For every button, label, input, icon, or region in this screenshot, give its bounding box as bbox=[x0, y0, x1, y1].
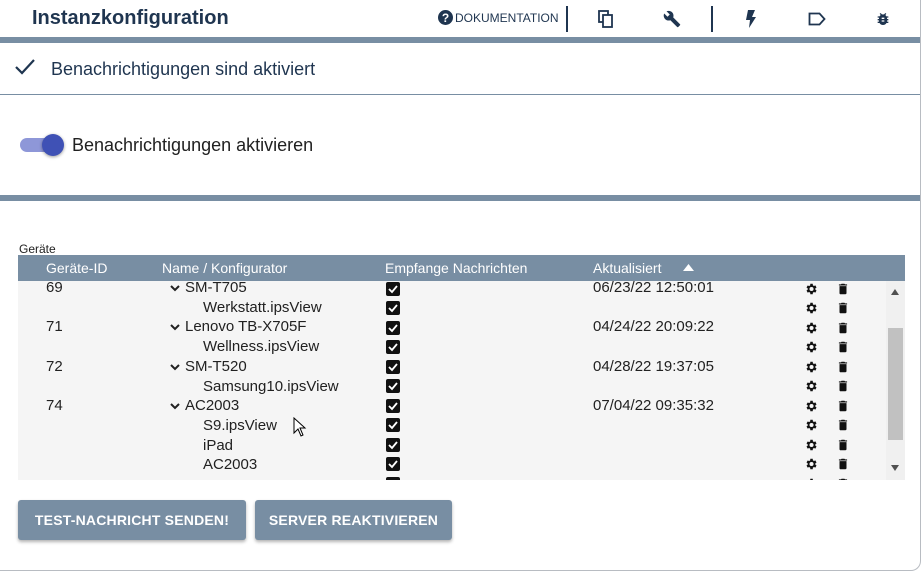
device-name: Lenovo TB-X705F bbox=[185, 318, 307, 335]
delete-trash-icon[interactable] bbox=[836, 321, 850, 335]
receive-messages-checkbox[interactable] bbox=[386, 399, 400, 413]
delete-trash-icon[interactable] bbox=[836, 399, 850, 413]
section-divider-bar bbox=[0, 195, 920, 201]
delete-trash-icon[interactable] bbox=[836, 340, 850, 354]
settings-gear-icon[interactable] bbox=[804, 340, 818, 354]
notification-status-text: Benachrichtigungen sind aktiviert bbox=[51, 59, 316, 79]
configurator-name: Werkstatt.ipsView bbox=[203, 299, 322, 316]
toggle-knob bbox=[42, 134, 64, 156]
table-scrollbar[interactable] bbox=[886, 281, 905, 480]
check-icon bbox=[15, 59, 35, 75]
settings-gear-icon[interactable] bbox=[804, 321, 818, 335]
devices-table-header: Geräte-ID Name / Konfigurator Empfange N… bbox=[18, 255, 905, 281]
devices-table-body: 69 SM-T705 Werkstatt.ipsView 06/23/22 12… bbox=[18, 281, 905, 480]
header-divider bbox=[711, 6, 713, 32]
settings-gear-icon[interactable] bbox=[804, 418, 818, 432]
receive-messages-checkbox[interactable] bbox=[386, 340, 400, 354]
send-test-message-button[interactable]: TEST-NACHRICHT SENDEN! bbox=[18, 500, 246, 540]
devices-caption: Geräte bbox=[19, 242, 56, 256]
updated-timestamp: 04/28/22 19:37:05 bbox=[593, 358, 714, 375]
receive-messages-checkbox[interactable] bbox=[386, 301, 400, 315]
delete-trash-icon[interactable] bbox=[836, 379, 850, 393]
receive-messages-checkbox[interactable] bbox=[386, 321, 400, 335]
documentation-button[interactable]: ? DOKUMENTATION bbox=[438, 10, 559, 25]
delete-trash-icon[interactable] bbox=[836, 457, 850, 471]
updated-timestamp: 07/04/22 09:35:32 bbox=[593, 397, 714, 414]
page-title: Instanzkonfiguration bbox=[32, 7, 229, 29]
settings-gear-icon[interactable] bbox=[804, 457, 818, 471]
scroll-up-icon[interactable] bbox=[891, 289, 899, 295]
settings-gear-icon[interactable] bbox=[804, 379, 818, 393]
configurator-name: AC2003 bbox=[203, 456, 258, 473]
receive-messages-checkbox[interactable] bbox=[386, 360, 400, 374]
settings-gear-icon[interactable] bbox=[804, 301, 818, 315]
device-name: SM-T705 bbox=[185, 281, 247, 296]
settings-gear-icon[interactable] bbox=[804, 477, 818, 480]
delete-trash-icon[interactable] bbox=[836, 301, 850, 315]
chevron-down-icon[interactable] bbox=[169, 400, 181, 412]
notification-toggle-row: Benachrichtigungen aktivieren bbox=[0, 96, 920, 195]
notification-status: Benachrichtigungen sind aktiviert bbox=[0, 43, 920, 95]
header-divider bbox=[566, 6, 568, 32]
settings-gear-icon[interactable] bbox=[804, 438, 818, 452]
header: Instanzkonfiguration ? DOKUMENTATION bbox=[0, 0, 920, 37]
label-icon[interactable] bbox=[807, 9, 827, 29]
delete-trash-icon[interactable] bbox=[836, 360, 850, 374]
receive-messages-checkbox[interactable] bbox=[386, 457, 400, 471]
receive-messages-checkbox[interactable] bbox=[386, 418, 400, 432]
settings-gear-icon[interactable] bbox=[804, 360, 818, 374]
mouse-cursor-icon bbox=[293, 417, 307, 437]
settings-gear-icon[interactable] bbox=[804, 282, 818, 296]
receive-messages-checkbox[interactable] bbox=[386, 438, 400, 452]
help-icon: ? bbox=[438, 10, 453, 25]
receive-messages-checkbox[interactable] bbox=[386, 477, 400, 480]
wrench-icon[interactable] bbox=[662, 9, 682, 29]
scroll-down-icon[interactable] bbox=[891, 465, 899, 471]
delete-trash-icon[interactable] bbox=[836, 418, 850, 432]
chevron-down-icon[interactable] bbox=[169, 282, 181, 294]
configurator-name: Samsung10.ipsView bbox=[203, 378, 339, 395]
column-header-id[interactable]: Geräte-ID bbox=[46, 260, 107, 276]
copy-icon[interactable] bbox=[596, 9, 616, 29]
device-id: 69 bbox=[46, 281, 63, 296]
chevron-down-icon[interactable] bbox=[169, 321, 181, 333]
documentation-label: DOKUMENTATION bbox=[455, 10, 559, 25]
configurator-name: S9.ipsView bbox=[203, 417, 277, 434]
device-id: 72 bbox=[46, 358, 63, 375]
delete-trash-icon[interactable] bbox=[836, 438, 850, 452]
updated-timestamp: 04/24/22 20:09:22 bbox=[593, 318, 714, 335]
column-header-name[interactable]: Name / Konfigurator bbox=[162, 260, 287, 276]
configuration-panel: Instanzkonfiguration ? DOKUMENTATION Ben… bbox=[0, 0, 921, 571]
configurator-name: Wellness.ipsView bbox=[203, 338, 320, 355]
settings-gear-icon[interactable] bbox=[804, 399, 818, 413]
chevron-down-icon[interactable] bbox=[169, 361, 181, 373]
sort-ascending-icon[interactable] bbox=[683, 264, 694, 271]
device-name: AC2003 bbox=[185, 397, 240, 414]
bug-icon[interactable] bbox=[873, 9, 893, 29]
device-id: 71 bbox=[46, 318, 63, 335]
column-header-receive[interactable]: Empfange Nachrichten bbox=[385, 260, 527, 276]
delete-trash-icon[interactable] bbox=[836, 282, 850, 296]
device-id: 74 bbox=[46, 397, 63, 414]
notification-toggle[interactable] bbox=[20, 134, 64, 156]
configurator-name: iPad bbox=[203, 437, 234, 454]
updated-timestamp: 06/23/22 12:50:01 bbox=[593, 281, 714, 296]
receive-messages-checkbox[interactable] bbox=[386, 379, 400, 393]
notification-toggle-label: Benachrichtigungen aktivieren bbox=[72, 135, 314, 155]
scroll-thumb[interactable] bbox=[888, 328, 903, 440]
receive-messages-checkbox[interactable] bbox=[386, 282, 400, 296]
device-name: SM-T520 bbox=[185, 358, 247, 375]
reactivate-server-button[interactable]: SERVER REAKTIVIEREN bbox=[255, 500, 452, 540]
flash-icon[interactable] bbox=[741, 9, 761, 29]
delete-trash-icon[interactable] bbox=[836, 477, 850, 480]
column-header-updated[interactable]: Aktualisiert bbox=[593, 260, 661, 276]
